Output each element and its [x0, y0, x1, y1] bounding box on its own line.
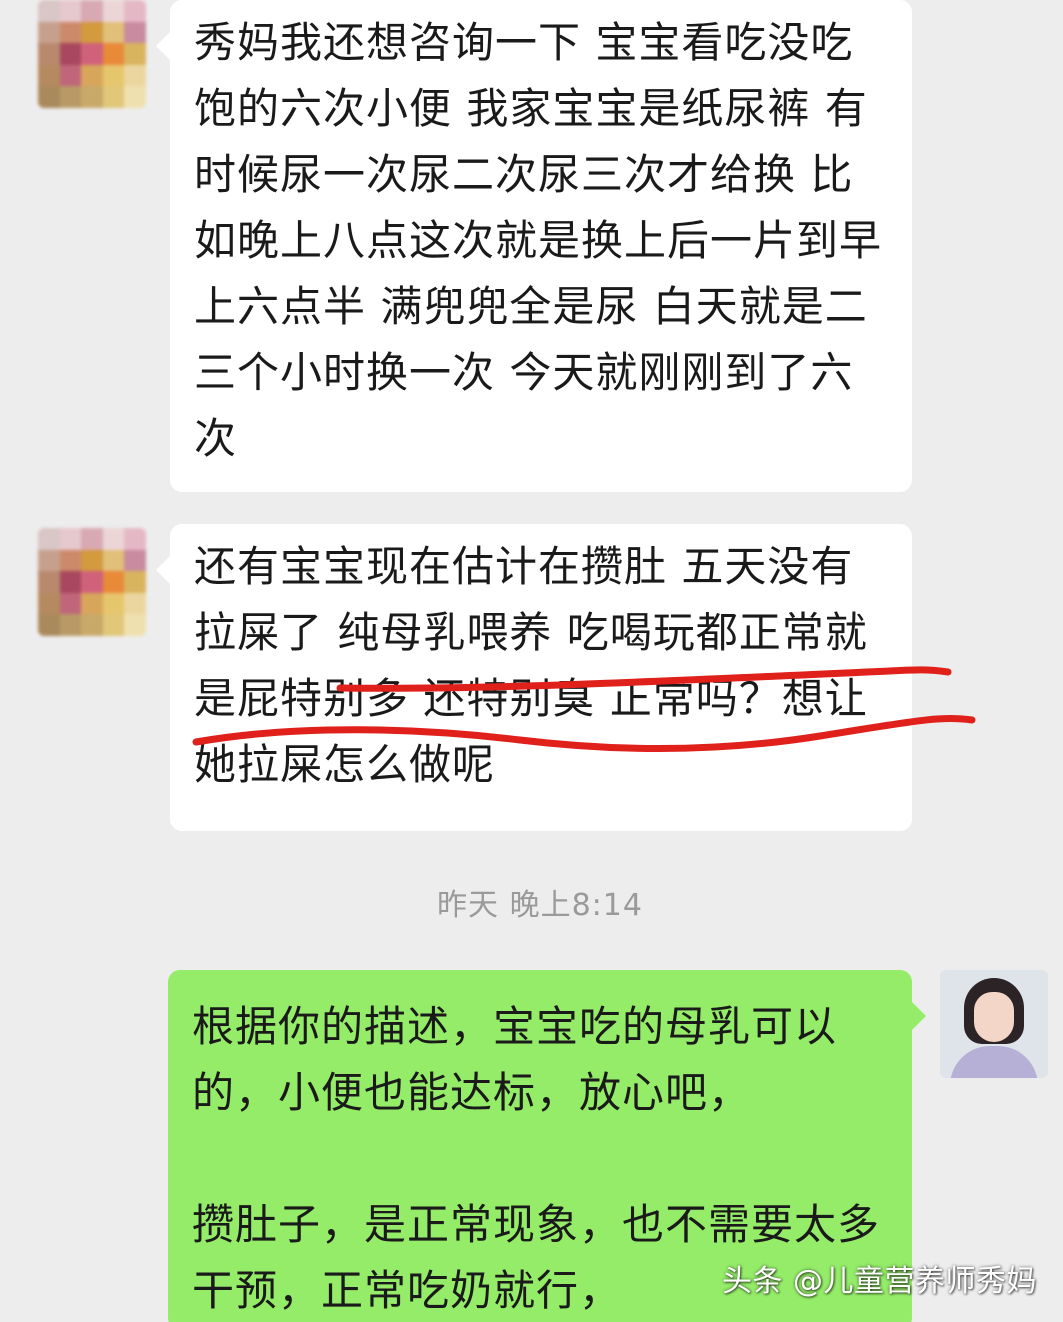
message-timestamp: 昨天 晚上8:14 [437, 888, 643, 923]
watermark: 头条 @儿童营养师秀妈 [721, 1264, 1037, 1299]
avatar-body-shape [950, 1046, 1038, 1078]
contact-avatar[interactable] [38, 528, 146, 636]
avatar-face-shape [974, 992, 1014, 1042]
user-avatar[interactable] [940, 970, 1048, 1078]
received-message[interactable]: 秀妈我还想咨询一下 宝宝看吃没吃饱的六次小便 我家宝宝是纸尿裤 有时候尿一次尿二… [156, 0, 912, 492]
chat-window: 秀妈我还想咨询一下 宝宝看吃没吃饱的六次小便 我家宝宝是纸尿裤 有时候尿一次尿二… [0, 0, 1063, 1322]
received-message[interactable]: 还有宝宝现在估计在攒肚 五天没有拉屎了 纯母乳喂养 吃喝玩都正常就是屁特别多 还… [156, 524, 912, 831]
contact-avatar[interactable] [38, 0, 146, 108]
